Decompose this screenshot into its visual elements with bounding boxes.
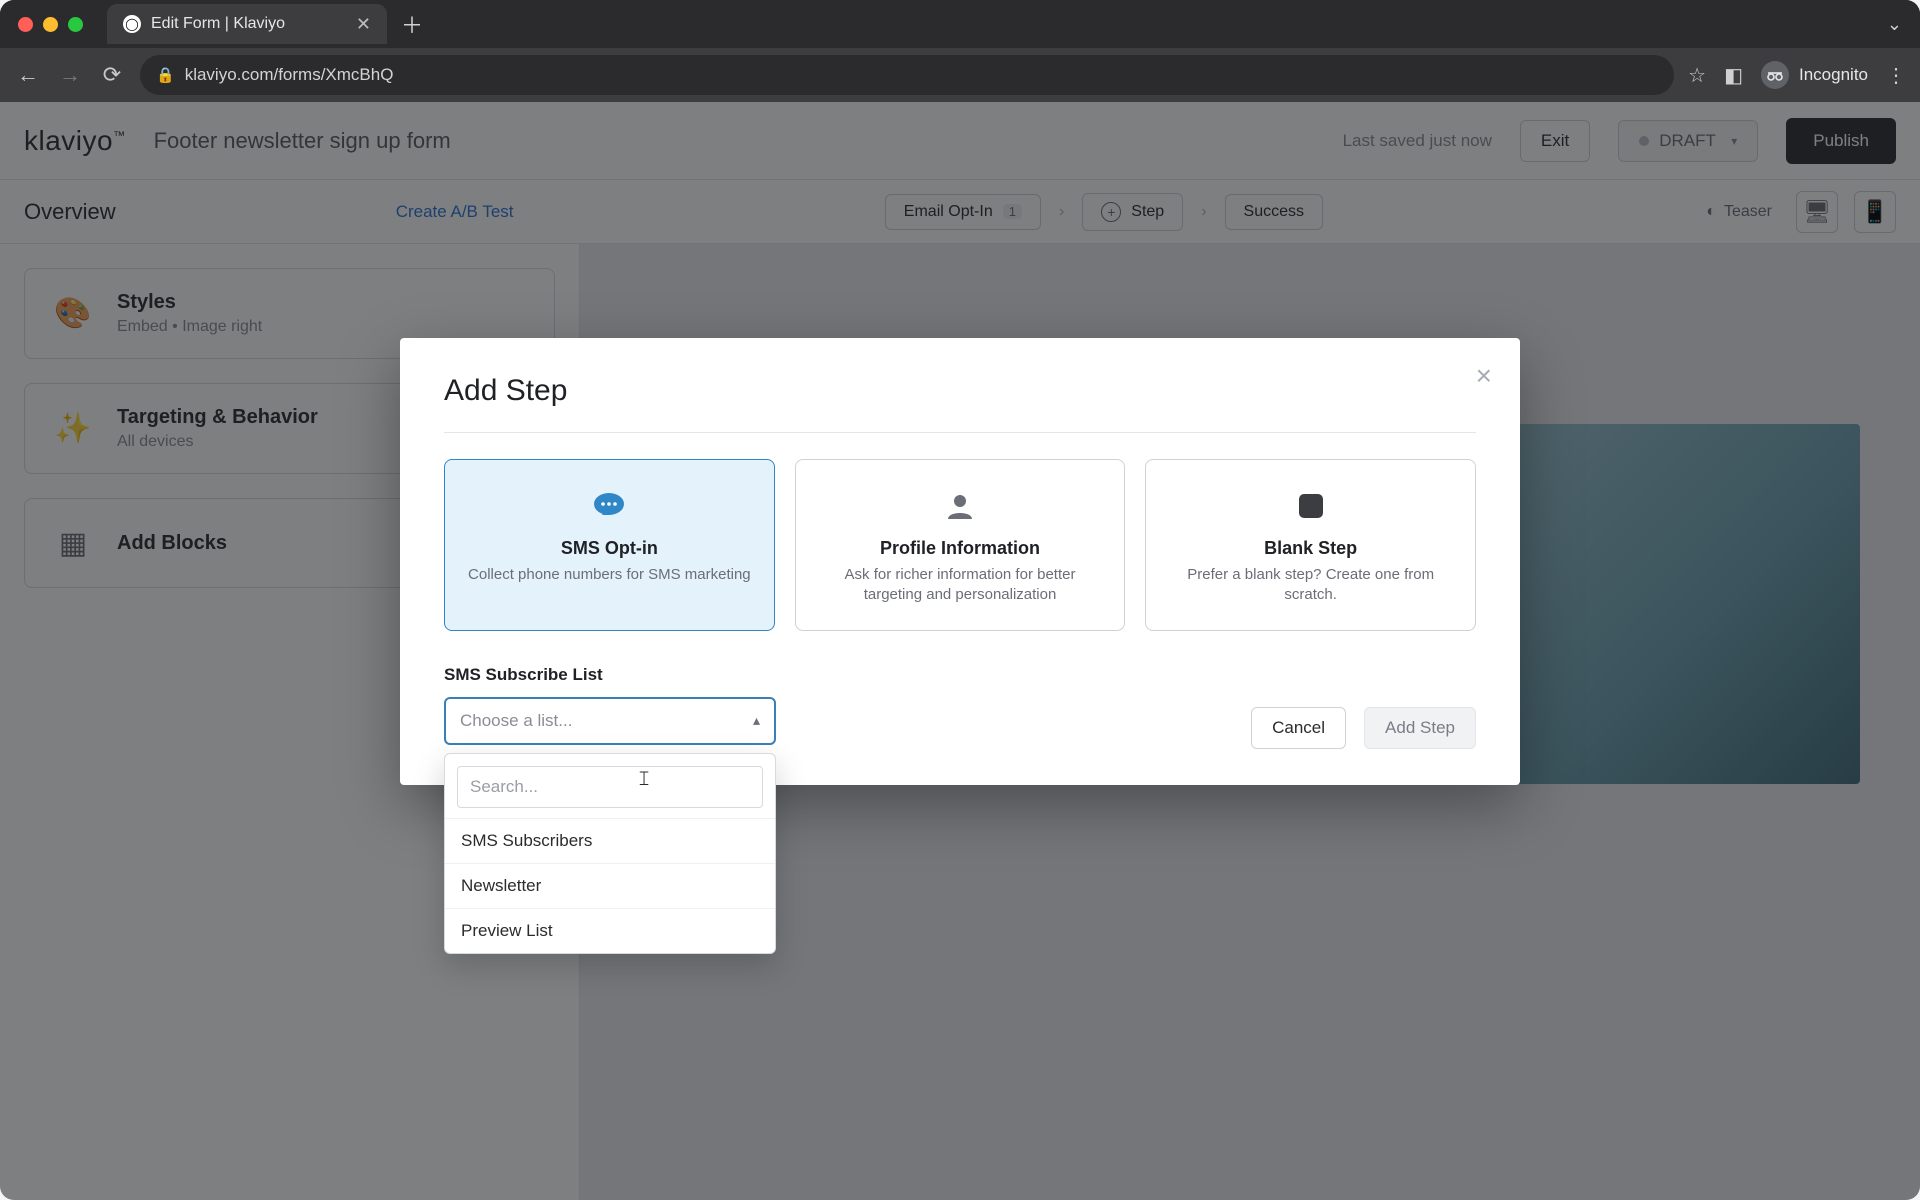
card-title: SMS Opt-in: [463, 538, 756, 559]
blank-square-icon: [1164, 484, 1457, 528]
browser-tab[interactable]: ◯ Edit Form | Klaviyo ✕: [107, 4, 387, 44]
dropdown-option-newsletter[interactable]: Newsletter: [445, 863, 775, 908]
window-zoom-button[interactable]: [68, 17, 83, 32]
dropdown-option-preview-list[interactable]: Preview List: [445, 908, 775, 953]
dropdown-option-sms-subscribers[interactable]: SMS Subscribers: [445, 818, 775, 863]
sms-list-select-wrap: Choose a list... ▴ 𝙸 SMS Subscribers New…: [444, 697, 776, 745]
bookmark-icon[interactable]: ☆: [1688, 63, 1706, 88]
app-viewport: klaviyo™ Footer newsletter sign up form …: [0, 102, 1920, 1200]
sms-list-dropdown: 𝙸 SMS Subscribers Newsletter Preview Lis…: [444, 753, 776, 954]
incognito-icon: [1761, 61, 1789, 89]
window-close-button[interactable]: [18, 17, 33, 32]
incognito-label: Incognito: [1799, 65, 1868, 85]
incognito-indicator: Incognito: [1761, 61, 1868, 89]
modal-actions: Cancel Add Step: [1251, 707, 1476, 749]
reload-button[interactable]: ⟳: [98, 62, 126, 88]
step-type-cards: SMS Opt-in Collect phone numbers for SMS…: [444, 459, 1476, 631]
new-tab-button[interactable]: ＋: [401, 8, 423, 40]
sms-list-select[interactable]: Choose a list... ▴: [444, 697, 776, 745]
card-desc: Collect phone numbers for SMS marketing: [463, 565, 756, 585]
add-step-modal: × Add Step SMS Opt-in Collect phone numb…: [400, 338, 1520, 785]
forward-button[interactable]: →: [56, 62, 84, 88]
url-text: klaviyo.com/forms/XmcBhQ: [185, 65, 394, 85]
browser-window: ◯ Edit Form | Klaviyo ✕ ＋ ⌄ ← → ⟳ 🔒 klav…: [0, 0, 1920, 1200]
extensions-icon[interactable]: ◧: [1724, 63, 1743, 88]
kebab-menu-icon[interactable]: ⋮: [1886, 63, 1906, 88]
tab-title: Edit Form | Klaviyo: [151, 15, 285, 33]
card-desc: Prefer a blank step? Create one from scr…: [1164, 565, 1457, 606]
dropdown-search-input[interactable]: [457, 766, 763, 808]
person-icon: [814, 484, 1107, 528]
address-bar: ← → ⟳ 🔒 klaviyo.com/forms/XmcBhQ ☆ ◧ Inc…: [0, 48, 1920, 102]
traffic-lights: [18, 17, 83, 32]
modal-title: Add Step: [444, 374, 1476, 408]
lock-icon: 🔒: [156, 66, 175, 84]
modal-close-button[interactable]: ×: [1476, 360, 1492, 392]
titlebar: ◯ Edit Form | Klaviyo ✕ ＋ ⌄: [0, 0, 1920, 48]
card-title: Blank Step: [1164, 538, 1457, 559]
card-title: Profile Information: [814, 538, 1107, 559]
cancel-button[interactable]: Cancel: [1251, 707, 1346, 749]
dropdown-search: 𝙸: [457, 766, 763, 808]
tab-overflow-icon[interactable]: ⌄: [1887, 14, 1902, 35]
window-minimize-button[interactable]: [43, 17, 58, 32]
card-desc: Ask for richer information for better ta…: [814, 565, 1107, 606]
card-sms-optin[interactable]: SMS Opt-in Collect phone numbers for SMS…: [444, 459, 775, 631]
tab-favicon: ◯: [123, 15, 141, 33]
card-profile-info[interactable]: Profile Information Ask for richer infor…: [795, 459, 1126, 631]
tab-close-icon[interactable]: ✕: [356, 14, 371, 35]
sms-list-label: SMS Subscribe List: [444, 665, 1476, 685]
chevron-up-icon: ▴: [753, 712, 760, 729]
add-step-button[interactable]: Add Step: [1364, 707, 1476, 749]
select-placeholder: Choose a list...: [460, 711, 572, 731]
card-blank-step[interactable]: Blank Step Prefer a blank step? Create o…: [1145, 459, 1476, 631]
sms-bubble-icon: [463, 484, 756, 528]
back-button[interactable]: ←: [14, 62, 42, 88]
divider: [444, 432, 1476, 433]
url-field[interactable]: 🔒 klaviyo.com/forms/XmcBhQ: [140, 55, 1674, 95]
